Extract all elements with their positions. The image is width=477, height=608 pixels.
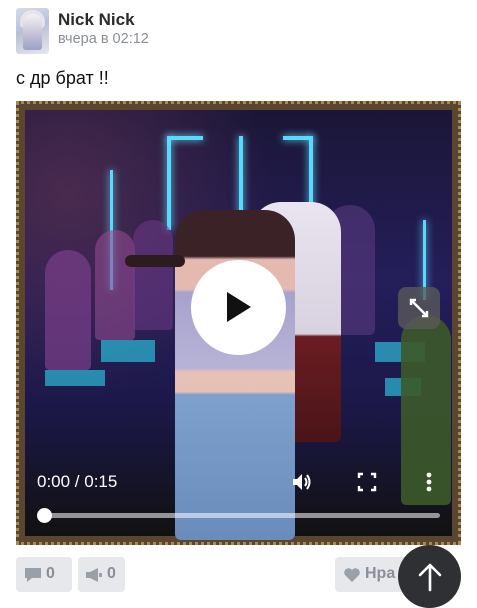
comments-count: 0 bbox=[46, 565, 55, 582]
comments-button[interactable]: 0 bbox=[16, 557, 72, 592]
like-button[interactable]: Нра bbox=[335, 557, 407, 592]
fullscreen-icon[interactable] bbox=[357, 470, 377, 494]
volume-icon[interactable] bbox=[290, 470, 314, 494]
author-name[interactable]: Nick Nick bbox=[58, 10, 135, 30]
reposts-count: 0 bbox=[107, 565, 116, 582]
expand-button[interactable] bbox=[398, 287, 440, 329]
background-dancer bbox=[45, 250, 91, 370]
heart-icon bbox=[344, 568, 360, 582]
play-icon bbox=[227, 292, 251, 322]
video-player[interactable]: 0:00 / 0:15 bbox=[16, 101, 461, 545]
expand-icon bbox=[409, 298, 429, 318]
dancer-girl-hair bbox=[125, 255, 185, 267]
repost-button[interactable]: 0 bbox=[78, 557, 125, 592]
post-header: Nick Nick вчера в 02:12 bbox=[16, 8, 456, 56]
neon-bar bbox=[167, 136, 203, 140]
post-time[interactable]: вчера в 02:12 bbox=[58, 31, 149, 47]
like-label: Нра bbox=[365, 565, 396, 582]
post-text: с др брат !! bbox=[16, 68, 109, 88]
repost-icon bbox=[86, 568, 102, 582]
video-progress-thumb[interactable] bbox=[37, 508, 52, 523]
stage-block bbox=[45, 370, 105, 386]
avatar-figure bbox=[23, 14, 42, 50]
background-dancer bbox=[95, 230, 135, 340]
comment-icon bbox=[25, 568, 41, 582]
scroll-to-top-button[interactable] bbox=[398, 545, 461, 608]
video-progress-track[interactable] bbox=[44, 513, 440, 518]
stage-block bbox=[101, 340, 155, 362]
avatar[interactable] bbox=[16, 8, 49, 54]
neon-bar bbox=[167, 136, 171, 230]
background-dancer bbox=[133, 220, 173, 330]
play-button[interactable] bbox=[191, 260, 286, 355]
arrow-up-icon bbox=[418, 563, 442, 592]
video-time: 0:00 / 0:15 bbox=[37, 472, 118, 491]
more-icon[interactable] bbox=[424, 470, 434, 494]
